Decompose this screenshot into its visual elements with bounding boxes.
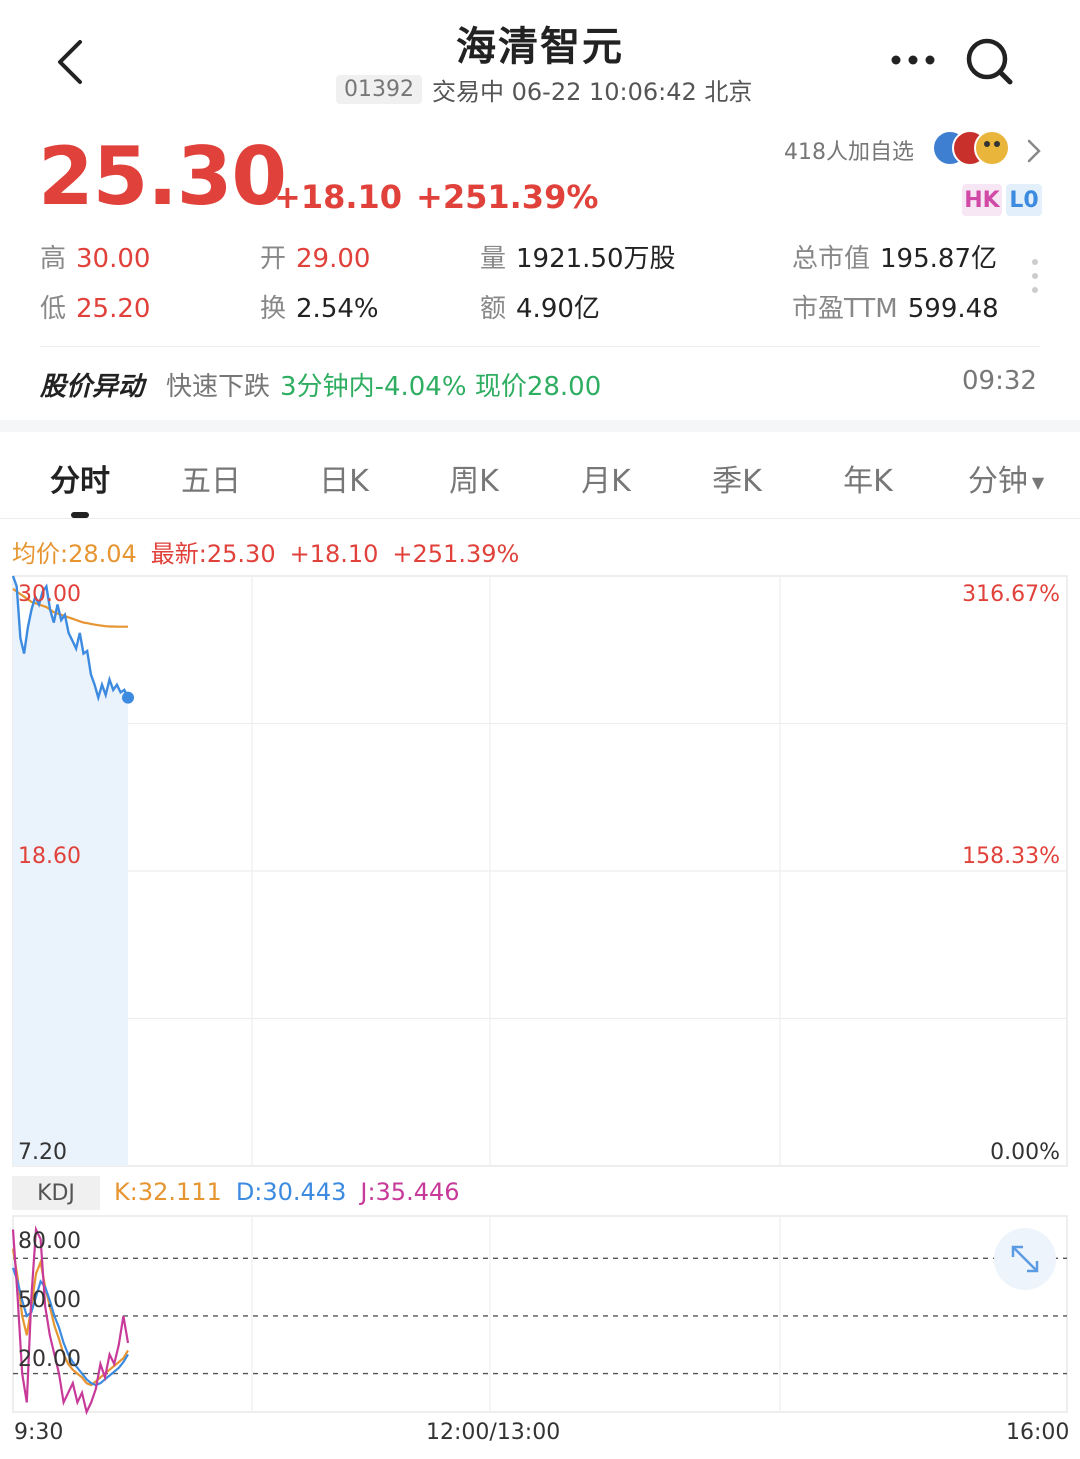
- price-area: [13, 576, 128, 1166]
- followers-arrow[interactable]: [1024, 138, 1044, 164]
- pct-tick-top: 316.67%: [962, 582, 1060, 607]
- latest-price: 最新:25.30: [150, 540, 276, 568]
- pct-tick-mid: 158.33%: [962, 844, 1060, 869]
- kdj-chart-border: [12, 1215, 1068, 1413]
- dropdown-caret-icon: ▼: [1031, 473, 1045, 492]
- price-tick-mid: 18.60: [18, 844, 81, 869]
- kdj-values: K:32.111 D:30.443 J:35.446: [114, 1178, 460, 1206]
- stock-code: 01392: [336, 74, 422, 104]
- search-icon: [966, 38, 1013, 85]
- vertical-dots-icon: [1032, 259, 1038, 293]
- tab-five-day[interactable]: 五日: [181, 456, 241, 500]
- stat-open: 开 29.00: [260, 244, 371, 274]
- followers-count[interactable]: 418人加自选: [784, 134, 914, 166]
- main-chart-grid: [12, 575, 1068, 1167]
- tab-year-k[interactable]: 年K: [843, 456, 893, 500]
- stat-market-cap: 总市值 195.87亿: [792, 244, 997, 274]
- kdj-k-value: K:32.111: [114, 1178, 222, 1206]
- kdj-j-line: [11, 1225, 130, 1416]
- follower-avatars[interactable]: [932, 128, 1012, 168]
- tab-minute[interactable]: 分钟 ▼: [968, 456, 1044, 500]
- search-button[interactable]: [962, 34, 1018, 90]
- change-percent: +251.39%: [416, 178, 599, 216]
- kdj-j-value: J:35.446: [360, 1178, 460, 1206]
- chart-tabs: 分时 五日 日K 周K 月K 季K 年K 分钟 ▼: [0, 440, 1080, 518]
- stat-high: 高 30.00: [40, 244, 151, 274]
- price-change: +18.10 +251.39%: [274, 178, 598, 216]
- change-value: +18.10: [274, 178, 403, 216]
- stat-pe-ttm: 市盈TTM 599.48: [792, 294, 999, 324]
- avatar-stack-icon: [932, 130, 1010, 166]
- time-tick-midday: 12:00/13:00: [426, 1420, 561, 1445]
- latest-change-pct: +251.39%: [392, 540, 520, 568]
- stat-low: 低 25.20: [40, 294, 151, 324]
- tab-quarter-k[interactable]: 季K: [712, 456, 762, 500]
- alert-title: 股价异动: [40, 371, 145, 402]
- fullscreen-button[interactable]: [994, 1228, 1056, 1290]
- price-current-dot: [122, 691, 134, 704]
- chart-info: 均价:28.04 最新:25.30 +18.10 +251.39%: [12, 534, 519, 569]
- pct-tick-bottom: 0.00%: [990, 1140, 1060, 1165]
- alert-time: 09:32: [962, 366, 1037, 396]
- stats-more-button[interactable]: [1030, 256, 1040, 296]
- alert-desc: 快速下跌: [166, 371, 271, 402]
- kdj-chart-grid: [12, 1215, 1068, 1413]
- kdj-tick-50: 50.00: [18, 1288, 81, 1313]
- tab-intraday[interactable]: 分时: [50, 456, 110, 500]
- kdj-tick-20: 20.00: [18, 1347, 81, 1372]
- more-button[interactable]: [888, 48, 938, 72]
- expand-icon: [1011, 1245, 1039, 1273]
- more-dots-icon: [891, 55, 935, 65]
- tab-month-k[interactable]: 月K: [581, 456, 631, 500]
- alert-detail: 3分钟内-4.04% 现价28.00: [280, 371, 602, 402]
- tab-week-k[interactable]: 周K: [449, 456, 499, 500]
- kdj-tick-80: 80.00: [18, 1229, 81, 1254]
- price-tick-top: 30.00: [18, 582, 81, 607]
- chevron-right-icon: [1027, 139, 1041, 163]
- price-alert[interactable]: 股价异动 快速下跌 3分钟内-4.04% 现价28.00: [40, 364, 601, 404]
- trading-status: 交易中 06-22 10:06:42 北京: [432, 77, 753, 106]
- stat-turnover: 换 2.54%: [260, 294, 379, 324]
- stock-subline: 01392 交易中 06-22 10:06:42 北京: [336, 72, 752, 106]
- stat-volume: 量 1921.50万股: [480, 244, 676, 274]
- level-badge-l0: L0: [1006, 184, 1042, 216]
- tab-day-k[interactable]: 日K: [319, 456, 369, 500]
- section-gap: [0, 420, 1080, 432]
- intraday-chart[interactable]: 30.00 18.60 7.20 316.67% 158.33% 0.00% 8…: [0, 570, 1080, 1450]
- stat-amount: 额 4.90亿: [480, 294, 600, 324]
- time-tick-open: 9:30: [14, 1420, 64, 1445]
- divider: [0, 518, 1080, 519]
- kdj-indicator-button[interactable]: KDJ: [12, 1176, 100, 1210]
- latest-change: +18.10: [289, 540, 379, 568]
- price-tick-bottom: 7.20: [18, 1140, 67, 1165]
- market-badge-hk: HK: [962, 184, 1002, 216]
- last-price: 25.30: [38, 130, 287, 223]
- kdj-d-value: D:30.443: [235, 1178, 347, 1206]
- average-price: 均价:28.04: [12, 540, 137, 568]
- time-tick-close: 16:00: [1006, 1420, 1070, 1445]
- divider: [40, 346, 1040, 347]
